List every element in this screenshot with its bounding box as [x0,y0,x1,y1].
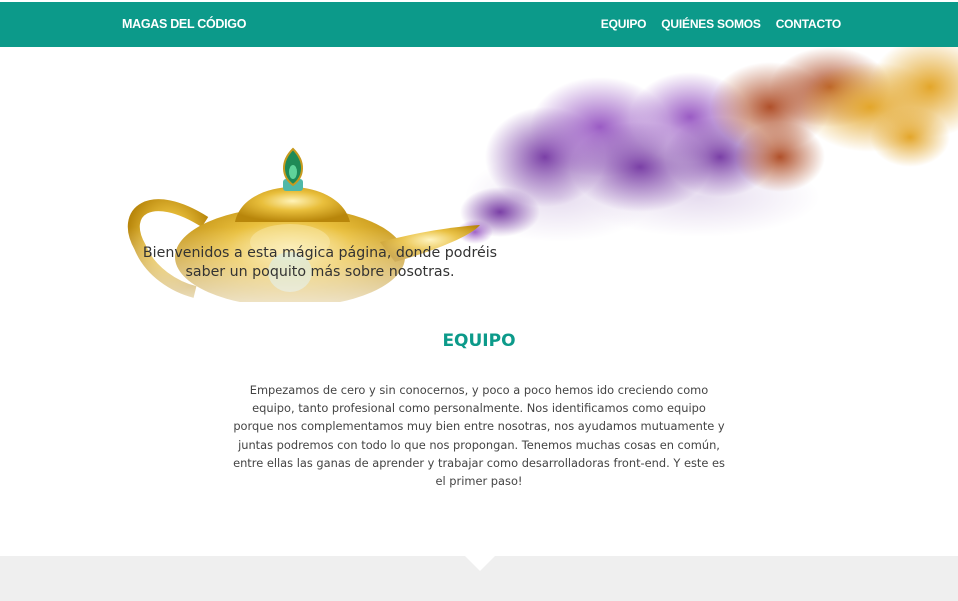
hero-tagline: Bienvenidos a esta mágica página, donde … [142,245,498,280]
main-nav: EQUIPO QUIÉNES SOMOS CONTACTO [601,17,841,31]
section-divider-arrow [465,556,495,571]
nav-link-contacto[interactable]: CONTACTO [776,17,841,31]
team-section-title: EQUIPO [442,331,516,351]
page: MAGAS DEL CÓDIGO EQUIPO QUIÉNES SOMOS CO… [0,0,958,601]
hero-banner: Bienvenidos a esta mágica página, donde … [0,47,958,302]
top-navbar: MAGAS DEL CÓDIGO EQUIPO QUIÉNES SOMOS CO… [0,2,958,47]
smoke-cloud [457,47,958,244]
nav-link-equipo[interactable]: EQUIPO [601,17,647,31]
nav-link-quienes-somos[interactable]: QUIÉNES SOMOS [661,17,761,31]
site-logo[interactable]: MAGAS DEL CÓDIGO [122,17,246,31]
team-section-description: Empezamos de cero y sin conocernos, y po… [233,383,725,489]
